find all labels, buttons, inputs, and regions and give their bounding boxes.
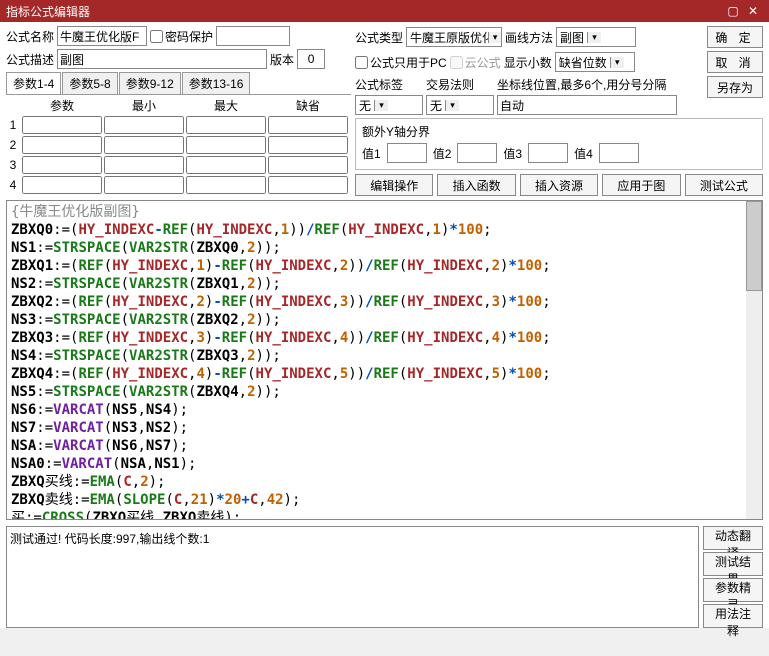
param-wizard-button[interactable]: 参数精灵 xyxy=(703,578,763,602)
saveas-button[interactable]: 另存为 xyxy=(707,76,763,98)
test-formula-button[interactable]: 测试公式 xyxy=(685,174,763,196)
insert-res-button[interactable]: 插入资源 xyxy=(520,174,598,196)
p3-min[interactable] xyxy=(104,156,184,174)
param-tabs: 参数1-4 参数5-8 参数9-12 参数13-16 xyxy=(6,72,351,95)
left-panel: 公式名称 密码保护 公式描述 版本 参数1-4 参数5-8 参数9-12 参数1… xyxy=(6,26,351,196)
yval1[interactable] xyxy=(387,143,427,163)
type-select[interactable]: 牛魔王原版优化▾ xyxy=(406,27,502,47)
col-max: 最大 xyxy=(186,97,266,114)
desc-label: 公式描述 xyxy=(6,51,54,68)
tab-params-5-8[interactable]: 参数5-8 xyxy=(62,72,117,94)
coord-label: 坐标线位置,最多6个,用分号分隔 xyxy=(497,76,704,93)
chevron-down-icon: ▾ xyxy=(587,32,601,43)
cancel-button[interactable]: 取 消 xyxy=(707,51,763,73)
p2-def[interactable] xyxy=(268,136,348,154)
col-min: 最小 xyxy=(104,97,184,114)
password-checkbox[interactable]: 密码保护 xyxy=(150,28,213,45)
p1-def[interactable] xyxy=(268,116,348,134)
yval2[interactable] xyxy=(457,143,497,163)
p1-name[interactable] xyxy=(22,116,102,134)
tab-params-1-4[interactable]: 参数1-4 xyxy=(6,72,61,94)
minimize-button[interactable]: ▢ xyxy=(723,4,743,18)
version-input[interactable] xyxy=(297,49,325,69)
chevron-down-icon: ▾ xyxy=(488,32,501,43)
p4-def[interactable] xyxy=(268,176,348,194)
content: 公式名称 密码保护 公式描述 版本 参数1-4 参数5-8 参数9-12 参数1… xyxy=(0,22,769,628)
rule-select[interactable]: 无▾ xyxy=(426,95,494,115)
test-result-button[interactable]: 测试结果 xyxy=(703,552,763,576)
col-default: 缺省 xyxy=(268,97,348,114)
version-label: 版本 xyxy=(270,51,294,68)
col-param: 参数 xyxy=(22,97,102,114)
titlebar: 指标公式编辑器 ▢ ✕ xyxy=(0,0,769,22)
p3-max[interactable] xyxy=(186,156,266,174)
p1-min[interactable] xyxy=(104,116,184,134)
type-label: 公式类型 xyxy=(355,29,403,46)
password-input[interactable] xyxy=(216,26,290,46)
rule-label: 交易法则 xyxy=(426,76,494,93)
cloud-checkbox[interactable]: 云公式 xyxy=(450,54,501,71)
yval3[interactable] xyxy=(528,143,568,163)
yval4[interactable] xyxy=(599,143,639,163)
name-label: 公式名称 xyxy=(6,28,54,45)
tab-params-13-16[interactable]: 参数13-16 xyxy=(182,72,251,94)
code-comment: {牛魔王优化版副图} xyxy=(11,204,140,220)
status-output: 测试通过! 代码长度:997,输出线个数:1 xyxy=(6,526,699,628)
close-button[interactable]: ✕ xyxy=(743,4,763,18)
dec-label: 显示小数 xyxy=(504,54,552,71)
param-grid: 参数 最小 最大 缺省 1 2 3 4 xyxy=(6,97,351,194)
p3-name[interactable] xyxy=(22,156,102,174)
vertical-scrollbar[interactable] xyxy=(746,201,762,519)
tag-label: 公式标签 xyxy=(355,76,423,93)
tab-params-9-12[interactable]: 参数9-12 xyxy=(119,72,181,94)
code-editor[interactable]: {牛魔王优化版副图} ZBXQ0:=(HY_INDEXC-REF(HY_INDE… xyxy=(6,200,763,520)
pc-only-checkbox[interactable]: 公式只用于PC xyxy=(355,54,447,71)
dynamic-translate-button[interactable]: 动态翻译 xyxy=(703,526,763,550)
p1-max[interactable] xyxy=(186,116,266,134)
p4-min[interactable] xyxy=(104,176,184,194)
chevron-down-icon: ▾ xyxy=(610,57,624,68)
draw-label: 画线方法 xyxy=(505,29,553,46)
p4-name[interactable] xyxy=(22,176,102,194)
draw-select[interactable]: 副图▾ xyxy=(556,27,636,47)
p2-max[interactable] xyxy=(186,136,266,154)
right-panel: 公式类型 牛魔王原版优化▾ 画线方法 副图▾ 确 定 公式只用于PC 云公式 显… xyxy=(355,26,763,196)
edit-ops-button[interactable]: 编辑操作 xyxy=(355,174,433,196)
p2-min[interactable] xyxy=(104,136,184,154)
ok-button[interactable]: 确 定 xyxy=(707,26,763,48)
dec-select[interactable]: 缺省位数▾ xyxy=(555,52,635,72)
usage-note-button[interactable]: 用法注释 xyxy=(703,604,763,628)
p2-name[interactable] xyxy=(22,136,102,154)
name-input[interactable] xyxy=(57,26,147,46)
p3-def[interactable] xyxy=(268,156,348,174)
chevron-down-icon: ▾ xyxy=(374,100,388,111)
insert-func-button[interactable]: 插入函数 xyxy=(437,174,515,196)
yaxis-legend: 额外Y轴分界 xyxy=(362,123,756,140)
p4-max[interactable] xyxy=(186,176,266,194)
coord-input[interactable] xyxy=(497,95,677,115)
window-title: 指标公式编辑器 xyxy=(6,3,723,20)
status-text: 测试通过! 代码长度:997,输出线个数:1 xyxy=(10,532,209,546)
desc-input[interactable] xyxy=(57,49,267,69)
yaxis-group: 额外Y轴分界 值1 值2 值3 值4 xyxy=(355,118,763,170)
apply-chart-button[interactable]: 应用于图 xyxy=(602,174,680,196)
chevron-down-icon: ▾ xyxy=(445,100,459,111)
tag-select[interactable]: 无▾ xyxy=(355,95,423,115)
